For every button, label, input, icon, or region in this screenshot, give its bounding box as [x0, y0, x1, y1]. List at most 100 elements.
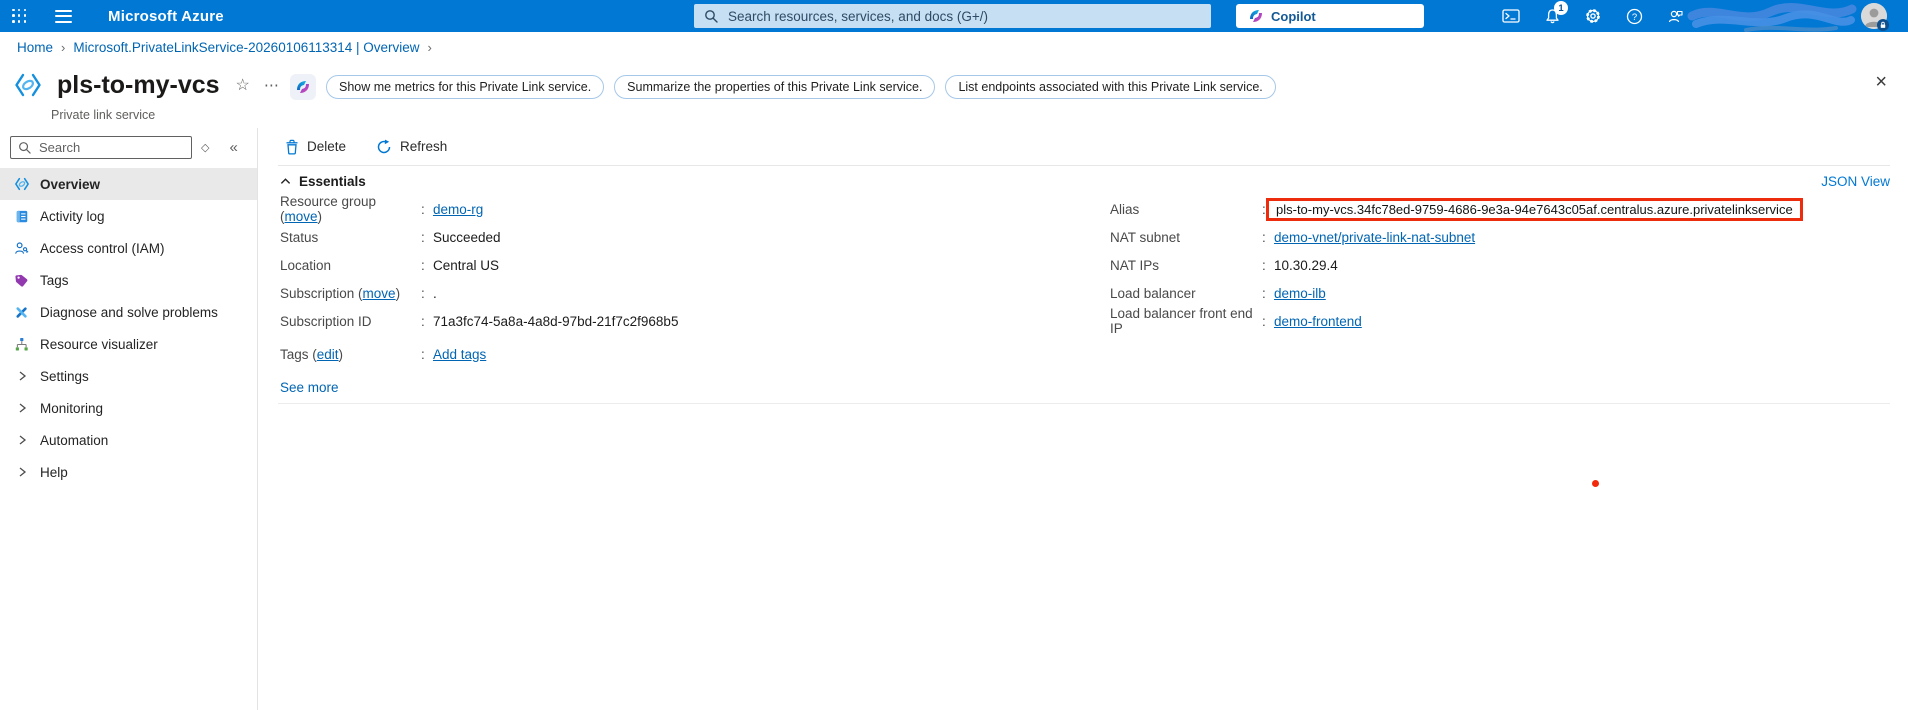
colon: : — [421, 346, 425, 362]
copilot-prompt-metrics[interactable]: Show me metrics for this Private Link se… — [326, 75, 605, 99]
sidebar-item-label: Diagnose and solve problems — [40, 304, 218, 320]
essentials-row-nat-subnet: NAT subnet : demo-vnet/private-link-nat-… — [1110, 223, 1803, 251]
edit-link[interactable]: edit — [317, 347, 339, 362]
lb-frontend-link[interactable]: demo-frontend — [1274, 314, 1362, 329]
sidebar-item-overview[interactable]: Overview — [0, 168, 257, 200]
row-label: Subscription ( — [280, 285, 363, 301]
resource-group-link[interactable]: demo-rg — [433, 202, 483, 217]
copilot-logo-icon[interactable] — [290, 74, 316, 100]
copilot-prompt-endpoints[interactable]: List endpoints associated with this Priv… — [945, 75, 1276, 99]
copilot-logo-icon — [1248, 8, 1264, 24]
sidebar-item-label: Access control (IAM) — [40, 240, 165, 256]
copilot-prompt-bar: Show me metrics for this Private Link se… — [290, 74, 1276, 100]
settings-gear-icon[interactable] — [1584, 7, 1602, 25]
row-label: Status — [280, 229, 319, 245]
global-search-input[interactable] — [726, 7, 1201, 25]
sidebar-item-label: Automation — [40, 432, 109, 448]
sidebar-group-automation[interactable]: Automation — [0, 424, 257, 456]
favorite-star-icon[interactable]: ☆ — [236, 75, 250, 95]
breadcrumb-separator: › — [427, 39, 432, 55]
subscription-id-value: 71a3fc74-5a8a-4a8d-97bd-21f7c2f968b5 — [433, 313, 679, 329]
refresh-label: Refresh — [400, 139, 448, 154]
hamburger-menu-icon[interactable] — [55, 9, 72, 23]
delete-button[interactable]: Delete — [285, 139, 346, 155]
colon: : — [421, 257, 425, 273]
row-label: NAT IPs — [1110, 257, 1160, 273]
sidebar-item-label: Tags — [40, 272, 69, 288]
move-link[interactable]: move — [285, 209, 318, 224]
cloud-shell-icon[interactable] — [1502, 7, 1520, 25]
location-value: Central US — [433, 257, 500, 273]
essentials-right-column: Alias : pls-to-my-vcs.34fc78ed-9759-4686… — [1110, 195, 1803, 336]
colon: : — [421, 201, 425, 217]
private-link-service-icon — [13, 70, 43, 100]
copilot-prompt-summarize[interactable]: Summarize the properties of this Private… — [614, 75, 936, 99]
notifications-bell-icon[interactable]: 1 — [1543, 1, 1568, 25]
colon: : — [1262, 285, 1266, 301]
more-options-icon[interactable]: ⋯ — [264, 76, 280, 94]
sidebar-item-label: Monitoring — [40, 400, 104, 416]
sidebar-item-resource-visualizer[interactable]: Resource visualizer — [0, 328, 257, 360]
add-tags-link[interactable]: Add tags — [433, 347, 486, 362]
refresh-button[interactable]: Refresh — [376, 139, 447, 155]
essentials-title[interactable]: Essentials — [299, 174, 366, 189]
breadcrumb-separator: › — [61, 39, 66, 55]
help-icon[interactable]: ? — [1625, 7, 1643, 25]
colon: : — [421, 313, 425, 329]
copilot-button-label: Copilot — [1271, 8, 1316, 24]
activity-log-icon — [13, 209, 30, 224]
topbar-icon-group: 1 ? — [1502, 0, 1684, 32]
sidebar-search-input[interactable] — [37, 139, 184, 156]
account-avatar[interactable] — [1861, 3, 1889, 31]
alias-value-highlighted: pls-to-my-vcs.34fc78ed-9759-4686-9e3a-94… — [1266, 197, 1803, 221]
move-link[interactable]: move — [363, 286, 396, 301]
account-redaction-scribble — [1686, 0, 1858, 36]
sidebar-group-monitoring[interactable]: Monitoring — [0, 392, 257, 424]
toolbar-divider — [278, 165, 1890, 166]
pin-toggle-icon[interactable]: ◇ — [201, 141, 209, 154]
resource-type-subtitle: Private link service — [51, 108, 156, 122]
refresh-icon — [376, 139, 392, 155]
feedback-icon[interactable] — [1666, 7, 1684, 25]
essentials-row-lb-frontend-ip: Load balancer front end IP : demo-fronte… — [1110, 306, 1803, 336]
colon: : — [1262, 229, 1266, 245]
subscription-value: . — [433, 285, 437, 301]
sidebar-item-activity-log[interactable]: Activity log — [0, 200, 257, 232]
copilot-button[interactable]: Copilot — [1236, 4, 1424, 28]
global-search[interactable] — [694, 4, 1211, 28]
sidebar-group-help[interactable]: Help — [0, 456, 257, 488]
diagnose-tools-icon — [13, 305, 30, 320]
json-view-link[interactable]: JSON View — [1821, 174, 1890, 189]
product-title: Microsoft Azure — [108, 7, 224, 25]
iam-icon — [13, 241, 30, 256]
chevron-right-icon — [13, 370, 30, 382]
row-label: Load balancer front end IP — [1110, 306, 1253, 336]
load-balancer-link[interactable]: demo-ilb — [1274, 286, 1326, 301]
breadcrumb-resource-link[interactable]: Microsoft.PrivateLinkService-20260106113… — [73, 40, 419, 55]
breadcrumb-home-link[interactable]: Home — [17, 40, 53, 55]
close-icon[interactable]: × — [1875, 72, 1887, 92]
sidebar-item-label: Settings — [40, 368, 89, 384]
nat-subnet-link[interactable]: demo-vnet/private-link-nat-subnet — [1274, 230, 1475, 245]
row-label: Subscription ID — [280, 313, 372, 329]
collapse-menu-icon[interactable]: « — [229, 139, 237, 156]
chevron-right-icon — [13, 466, 30, 478]
sidebar-item-label: Help — [40, 464, 68, 480]
colon: : — [1262, 257, 1266, 273]
sidebar-item-access-control-iam[interactable]: Access control (IAM) — [0, 232, 257, 264]
sidebar-item-diagnose[interactable]: Diagnose and solve problems — [0, 296, 257, 328]
row-label-suffix: ) — [395, 285, 401, 301]
row-label: Load balancer — [1110, 285, 1196, 301]
row-label: Alias — [1110, 201, 1140, 217]
sidebar-item-label: Activity log — [40, 208, 105, 224]
sidebar-search[interactable] — [10, 136, 192, 159]
sidebar-group-settings[interactable]: Settings — [0, 360, 257, 392]
chevron-up-icon[interactable] — [279, 176, 292, 187]
trash-icon — [285, 139, 299, 155]
see-more-link[interactable]: See more — [280, 380, 339, 395]
app-launcher-icon[interactable] — [12, 8, 27, 24]
row-label: Location — [280, 257, 332, 273]
sidebar-item-tags[interactable]: Tags — [0, 264, 257, 296]
command-bar: Delete Refresh — [258, 128, 1908, 165]
sidebar-item-label: Overview — [40, 176, 101, 192]
